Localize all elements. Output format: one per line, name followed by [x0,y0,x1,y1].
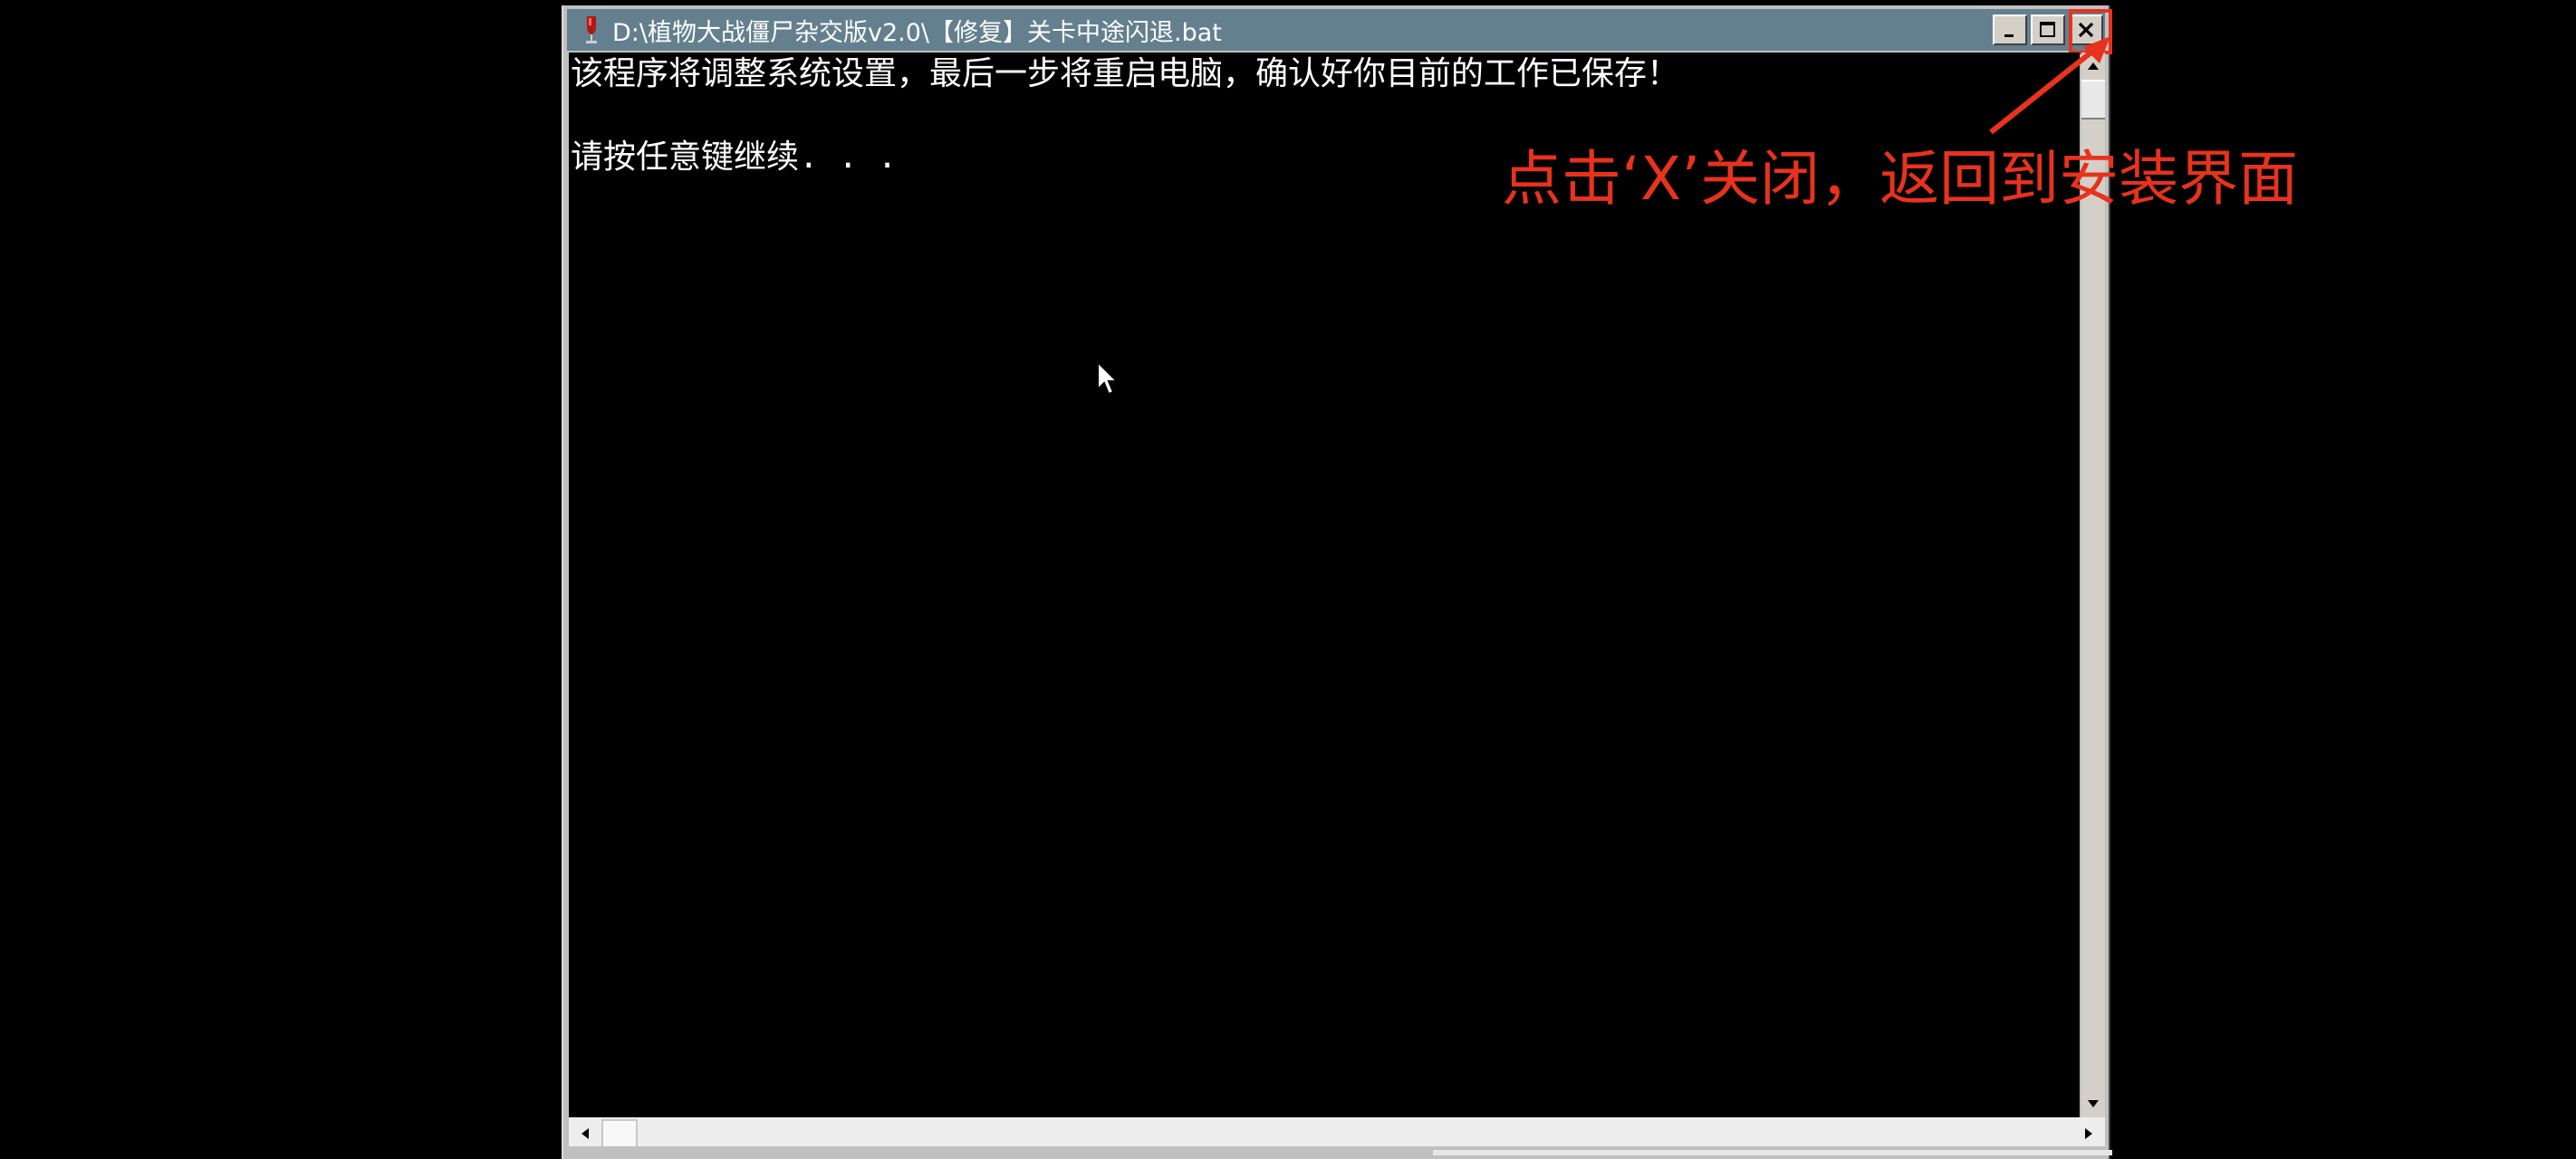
close-button[interactable] [2069,9,2112,54]
scroll-up-button[interactable] [2081,53,2105,80]
mouse-cursor-icon [1097,360,1120,396]
close-icon [2078,22,2094,38]
console-line: 请按任意键继续. . . [571,139,898,176]
minimize-icon [2004,34,2014,37]
window-bottom-highlight [1433,1150,2112,1155]
vertical-scroll-thumb[interactable] [2081,80,2105,120]
minimize-button[interactable] [1993,14,2027,45]
horizontal-scrollbar[interactable] [569,1117,2105,1150]
arrow-right-icon [2085,1128,2092,1139]
desktop-background: D:\植物大战僵尸杂交版v2.0\【修复】关卡中途闪退.bat 该程序将调整系统… [0,0,2576,1159]
console-line: 该程序将调整系统设置，最后一步将重启电脑，确认好你目前的工作已保存！ [571,55,1680,92]
scroll-right-button[interactable] [2072,1117,2105,1150]
arrow-up-icon [2088,62,2099,70]
arrow-left-icon [582,1128,589,1139]
scroll-down-button[interactable] [2081,1090,2105,1117]
window-controls [1993,9,2112,54]
maximize-icon [2040,22,2055,37]
scroll-left-button[interactable] [569,1117,601,1150]
annotation-callout: 点击‘X’关闭，返回到安装界面 [1502,144,2299,214]
batch-file-icon [578,14,605,45]
arrow-down-icon [2088,1100,2099,1107]
window-bottom-border [563,1146,2112,1159]
horizontal-scroll-thumb[interactable] [601,1119,638,1148]
title-bar[interactable]: D:\植物大战僵尸杂交版v2.0\【修复】关卡中途闪退.bat [567,9,2112,54]
window-title: D:\植物大战僵尸杂交版v2.0\【修复】关卡中途闪退.bat [612,18,1222,47]
maximize-button[interactable] [2031,14,2065,45]
